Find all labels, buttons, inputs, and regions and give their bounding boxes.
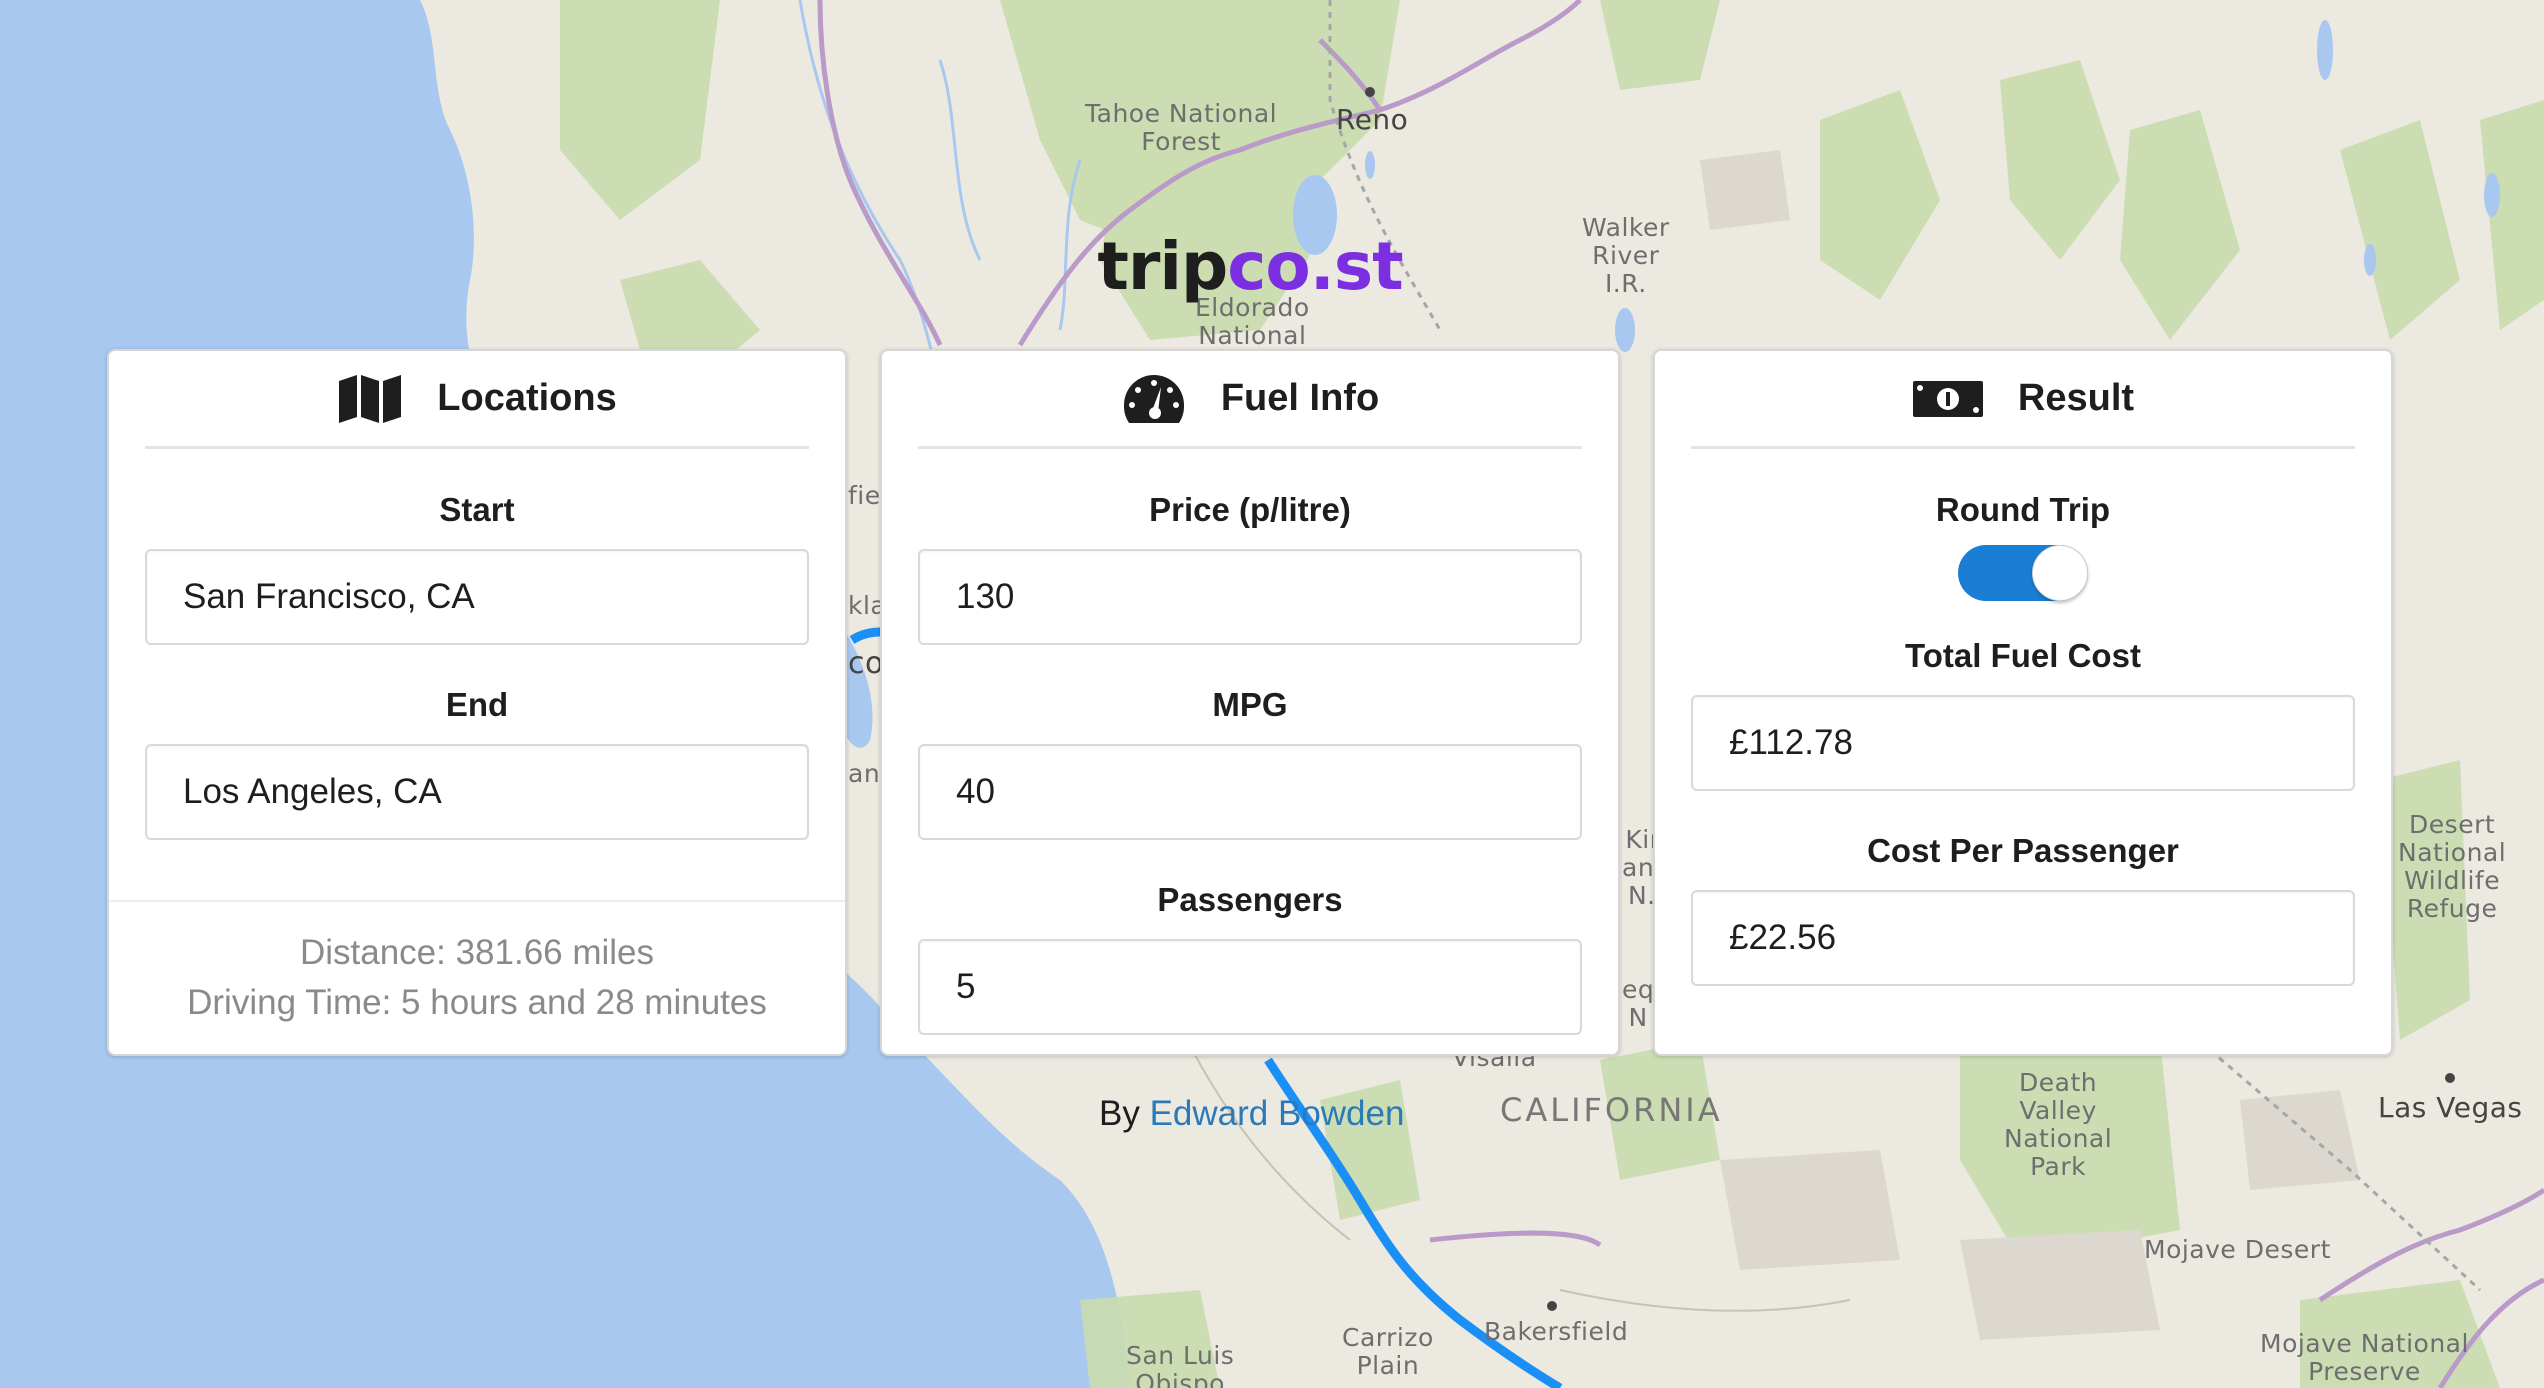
map-label-mojave-preserve: Mojave National Preserve [2260,1329,2469,1386]
map-label-fragment: eq N [1622,975,1655,1032]
map-label-fragment: fie [848,481,881,510]
start-label: Start [439,491,515,528]
total-cost-field: Total Fuel Cost [1691,637,2355,791]
logo-part-cost: co.st [1227,228,1403,305]
speedometer-icon [1121,371,1187,427]
price-field: Price (p/litre) [918,491,1582,645]
total-fuel-cost-label: Total Fuel Cost [1905,637,2141,674]
passengers-field: Passengers [918,881,1582,1035]
passengers-label: Passengers [1157,881,1343,918]
round-trip-label: Round Trip [1935,491,2111,528]
mpg-field: MPG [918,686,1582,840]
toggle-knob [2032,545,2088,601]
start-field: Start [145,491,809,645]
locations-card-header: Locations [145,351,809,449]
result-card: Result Round Trip Total Fuel Cost Cost P… [1653,349,2393,1056]
result-title: Result [2017,377,2135,419]
driving-time-text: Driving Time: 5 hours and 28 minutes [187,983,767,1022]
map-label-carrizo: Carrizo Plain [1342,1323,1434,1380]
locations-card: Locations Start End Distance: 381.66 mil… [107,349,847,1056]
end-input[interactable] [145,744,809,840]
mpg-label: MPG [1212,686,1288,723]
start-input[interactable] [145,549,809,645]
price-input[interactable] [918,549,1582,645]
mpg-input[interactable] [918,744,1582,840]
map-label-san-luis: San Luis Obispo [1126,1341,1235,1388]
end-field: End [145,686,809,840]
author-link[interactable]: Edward Bowden [1150,1094,1405,1133]
round-trip-field: Round Trip [1691,491,2355,606]
logo: tripco.st [0,228,2500,305]
map-label-desert-refuge: Desert National Wildlife Refuge [2398,810,2507,923]
round-trip-toggle[interactable] [1958,545,2088,601]
map-label-bakersfield: Bakersfield [1484,1317,1629,1346]
map-label-fragment: an [848,759,881,788]
map-label-mojave-desert: Mojave Desert [2144,1235,2331,1264]
fuel-info-title: Fuel Info [1220,377,1380,419]
fuel-info-card: Fuel Info Price (p/litre) MPG Passengers [880,349,1620,1056]
map-label-reno: Reno [1336,103,1409,136]
total-fuel-cost-output[interactable] [1691,695,2355,791]
map-label-death-valley: Death Valley National Park [2004,1068,2113,1181]
map-icon [337,373,403,425]
money-icon [1912,379,1984,419]
per-passenger-field: Cost Per Passenger [1691,832,2355,986]
map-label-california: CALIFORNIA [1500,1091,1723,1129]
author-credit: By Edward Bowden [1099,1094,1404,1134]
cost-per-passenger-output[interactable] [1691,890,2355,986]
map-label-fragment: co [848,646,884,681]
credit-prefix: By [1099,1094,1150,1133]
map-label-las-vegas: Las Vegas [2378,1091,2523,1124]
fuel-card-header: Fuel Info [918,351,1582,449]
passengers-input[interactable] [918,939,1582,1035]
price-label: Price (p/litre) [1149,491,1351,528]
map-label-tahoe: Tahoe National Forest [1085,99,1278,156]
trip-summary: Distance: 381.66 miles Driving Time: 5 h… [109,900,845,1054]
distance-text: Distance: 381.66 miles [299,933,655,972]
cost-per-passenger-label: Cost Per Passenger [1867,832,2179,869]
result-card-header: Result [1691,351,2355,449]
locations-title: Locations [437,377,617,419]
logo-part-trip: trip [1097,228,1228,305]
end-label: End [445,686,509,723]
